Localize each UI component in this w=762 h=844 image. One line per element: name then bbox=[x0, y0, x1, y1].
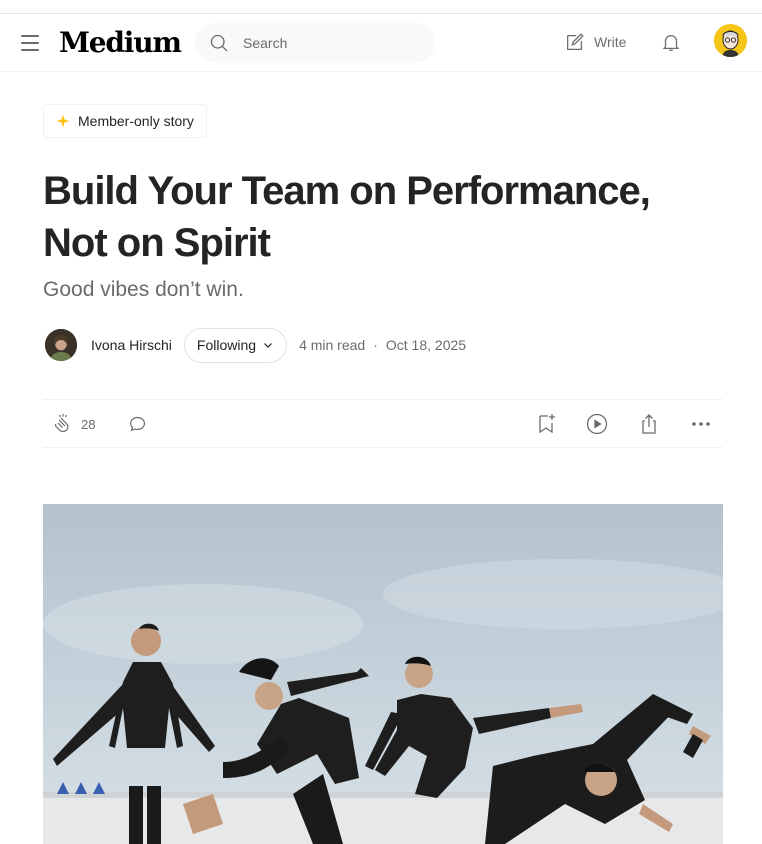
article-subtitle: Good vibes don’t win. bbox=[43, 278, 244, 301]
article-action-bar: 28 bbox=[43, 399, 723, 448]
bookmark-icon bbox=[539, 414, 555, 434]
top-navigation-bar: Medium Write bbox=[0, 14, 762, 72]
meta-separator: · bbox=[373, 337, 378, 353]
share-icon bbox=[642, 414, 656, 434]
listen-button[interactable] bbox=[585, 412, 609, 436]
chevron-down-icon bbox=[264, 343, 272, 348]
author-avatar-image bbox=[45, 329, 77, 361]
clap-button[interactable]: 28 bbox=[51, 412, 95, 436]
following-label: Following bbox=[196, 337, 257, 353]
bell-icon bbox=[662, 35, 680, 51]
comments-button[interactable] bbox=[127, 412, 149, 434]
bookmark-button[interactable] bbox=[534, 412, 558, 436]
user-avatar[interactable] bbox=[714, 24, 747, 57]
search-input[interactable] bbox=[243, 23, 423, 63]
write-button[interactable]: Write bbox=[564, 31, 626, 53]
dancers-photo bbox=[43, 504, 723, 844]
read-time: 4 min read bbox=[299, 337, 366, 353]
search-box[interactable] bbox=[195, 23, 435, 63]
member-only-badge: Member-only story bbox=[43, 104, 207, 138]
article-title: Build Your Team on Performance, Not on S… bbox=[43, 169, 651, 265]
clap-icon bbox=[54, 414, 69, 433]
author-row: Ivona Hirschi Following 4 min read · Oct… bbox=[45, 327, 466, 363]
search-icon bbox=[210, 34, 228, 52]
browser-top-strip bbox=[0, 0, 762, 14]
following-button[interactable]: Following bbox=[183, 327, 288, 363]
user-avatar-image bbox=[714, 24, 747, 57]
medium-logo[interactable]: Medium bbox=[59, 26, 182, 59]
more-icon bbox=[692, 422, 710, 426]
clap-count: 28 bbox=[81, 416, 96, 432]
notifications-button[interactable] bbox=[660, 30, 682, 59]
write-label: Write bbox=[594, 34, 627, 50]
hero-image bbox=[43, 504, 723, 844]
menu-icon[interactable] bbox=[21, 35, 41, 51]
publish-date: Oct 18, 2025 bbox=[385, 337, 467, 353]
comment-icon bbox=[130, 416, 146, 432]
share-button[interactable] bbox=[637, 412, 661, 436]
author-name[interactable]: Ivona Hirschi bbox=[91, 337, 172, 353]
star-icon bbox=[56, 114, 70, 128]
more-options-button[interactable] bbox=[689, 412, 713, 436]
badge-label: Member-only story bbox=[78, 113, 194, 129]
write-icon bbox=[567, 33, 584, 50]
author-avatar[interactable] bbox=[45, 329, 77, 361]
play-icon bbox=[586, 413, 608, 435]
